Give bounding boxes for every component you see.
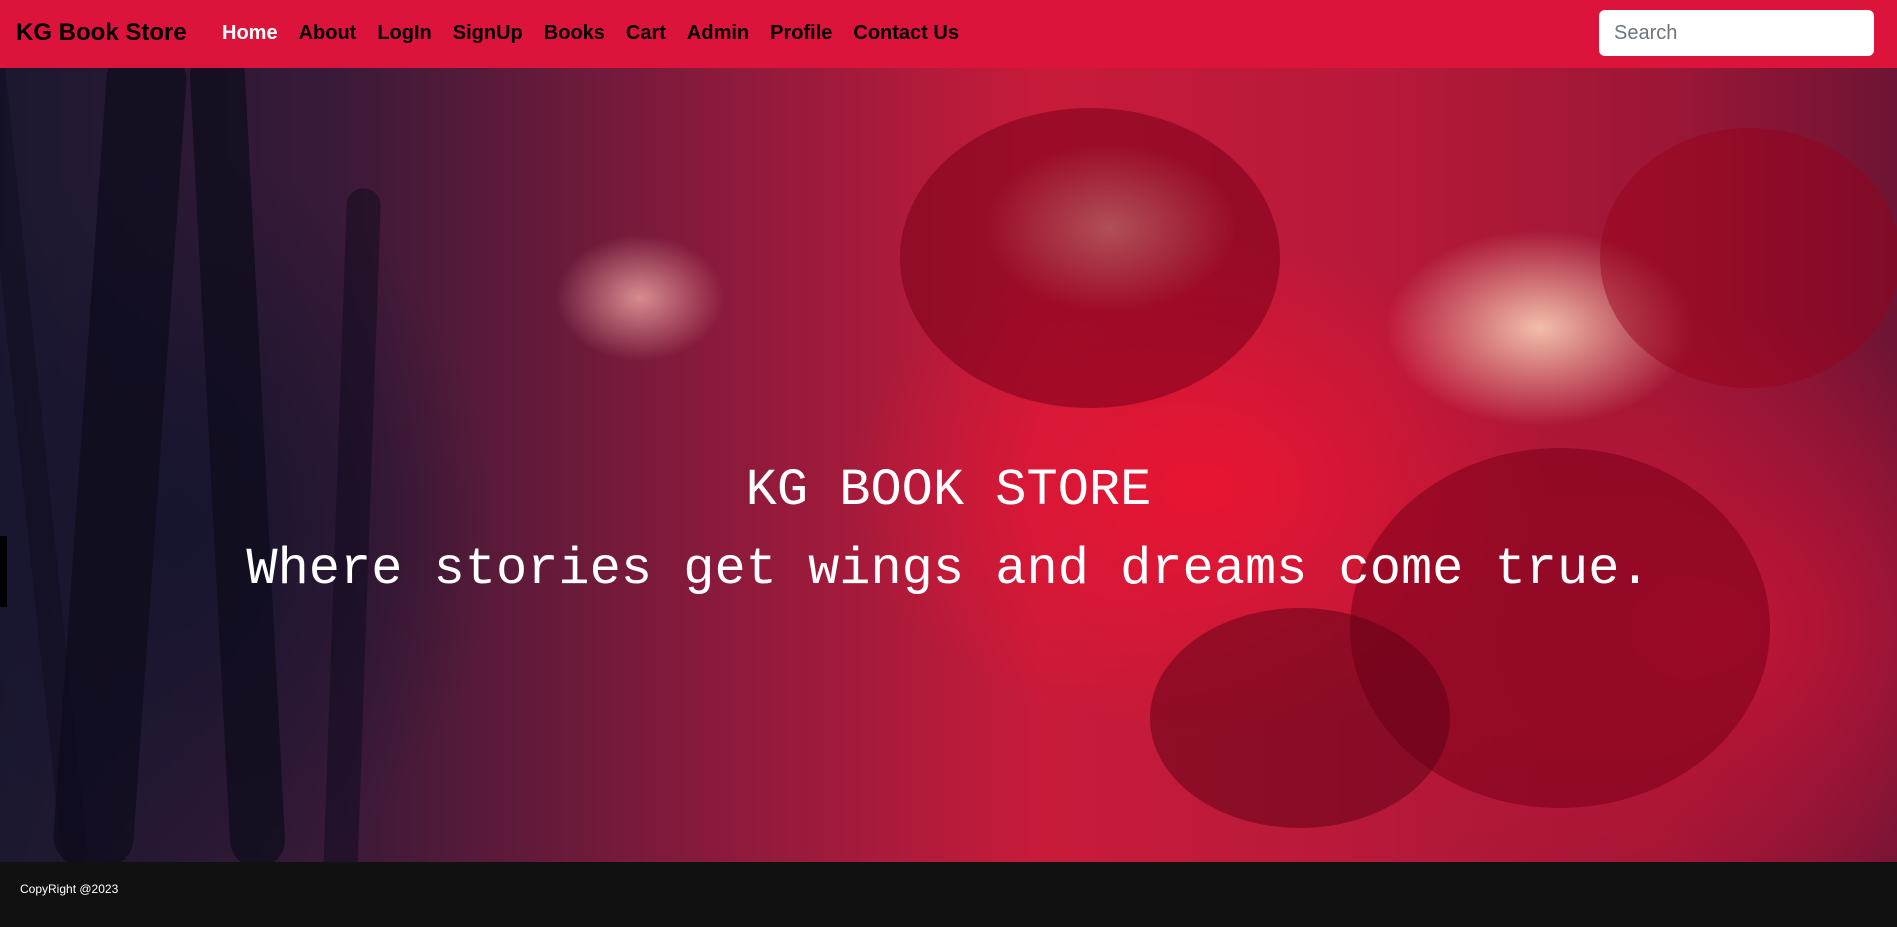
copyright-text: CopyRight @2023 (20, 882, 119, 896)
footer: CopyRight @2023 (0, 862, 1897, 927)
hero-banner: KG BOOK STORE Where stories get wings an… (0, 68, 1897, 862)
nav-link-home[interactable]: Home (222, 22, 278, 44)
brand-link[interactable]: KG Book Store (16, 16, 187, 49)
hero-title: KG BOOK STORE (745, 461, 1152, 520)
nav-link-login[interactable]: LogIn (377, 22, 431, 44)
hero-subtitle: Where stories get wings and dreams come … (246, 540, 1651, 599)
hero-background-foliage (900, 108, 1280, 408)
navbar: KG Book Store Home About LogIn SignUp Bo… (0, 0, 1897, 68)
nav-link-profile[interactable]: Profile (770, 22, 832, 44)
search-input[interactable] (1599, 10, 1874, 56)
hero-background-tree (322, 187, 382, 862)
nav-link-cart[interactable]: Cart (626, 22, 666, 44)
hero-background-foliage (1600, 128, 1897, 388)
nav-link-contact-us[interactable]: Contact Us (853, 22, 959, 44)
nav-link-admin[interactable]: Admin (687, 22, 749, 44)
hero-background-foliage (1150, 608, 1450, 828)
nav-link-books[interactable]: Books (544, 22, 605, 44)
nav-link-about[interactable]: About (299, 22, 357, 44)
nav-links: Home About LogIn SignUp Books Cart Admin… (222, 18, 980, 48)
nav-link-signup[interactable]: SignUp (453, 22, 523, 44)
